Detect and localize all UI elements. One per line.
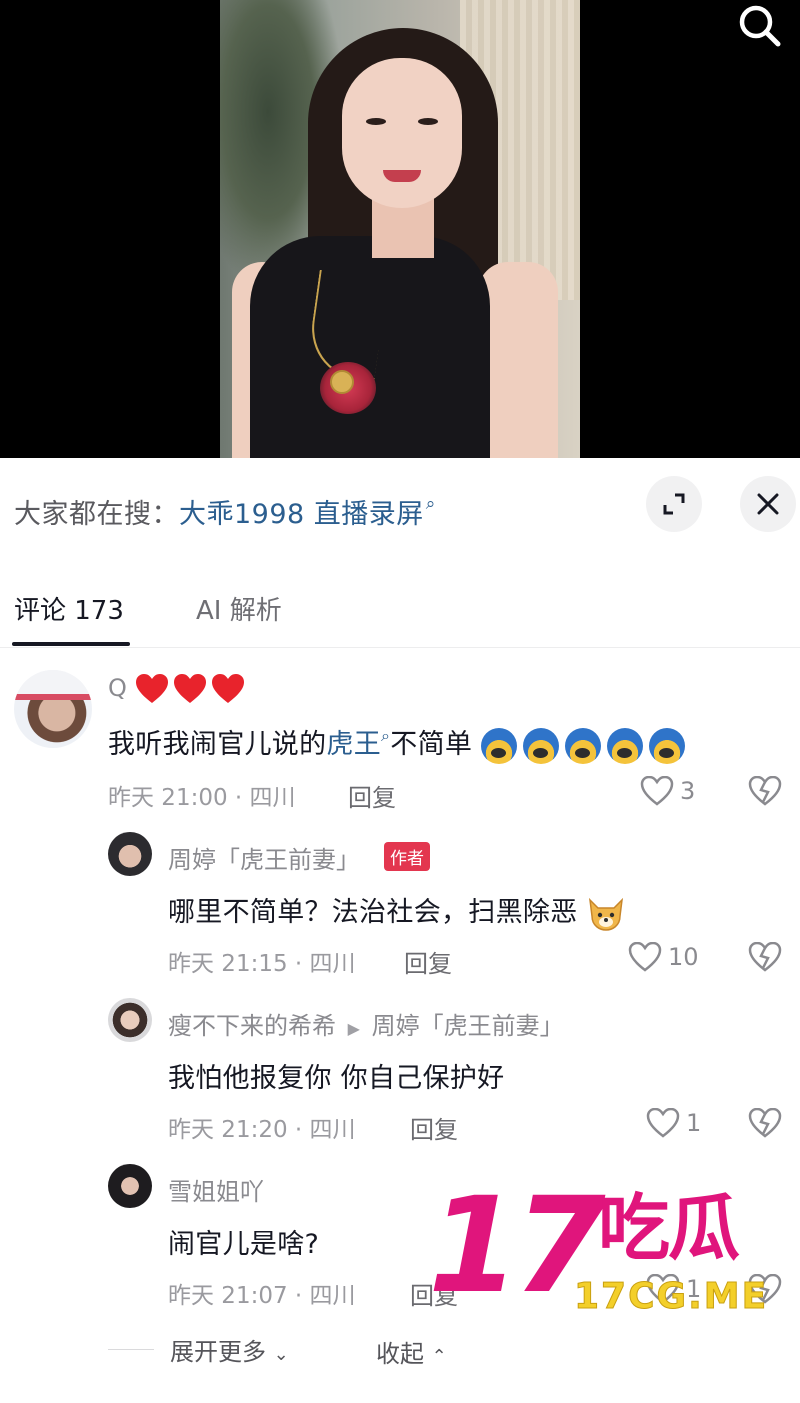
tab-comments[interactable]: 评论 173 [14,590,124,627]
subject-eye-right [418,118,438,125]
comment-meta: 昨天 21:15 · 四川 [168,951,356,977]
expand-icon [663,493,685,515]
subject-lips [383,170,421,182]
comment-text-part: 哪里不简单？法治社会，扫黑除恶 [168,897,578,928]
expand-more-button[interactable]: 展开更多 ⌄ [170,1332,289,1367]
comment-text-part: 不简单 [390,729,473,760]
comment-text: 我听我闹官儿说的虎王⌕不简单 [108,722,686,764]
expand-button[interactable] [646,476,702,532]
search-icon: ⌕ [381,726,391,745]
fearful-face-emoji-icon [565,727,602,764]
chevron-up-icon: ⌃ [431,1346,447,1367]
username-text[interactable]: 瘦不下来的希希 [168,1012,336,1040]
dog-face-emoji-icon [589,897,624,931]
dislike-button[interactable] [748,1107,782,1142]
suggestion-prefix: 大家都在搜： [14,499,179,530]
fearful-face-emoji-icon [649,727,686,764]
close-icon [757,493,779,515]
red-heart-emoji-icon [211,674,244,703]
expand-more-row: 展开更多 ⌄ [108,1332,289,1367]
comment-meta: 昨天 21:07 · 四川 [168,1283,356,1309]
author-badge: 作者 [384,842,430,871]
collapse-label[interactable]: 收起 [376,1340,424,1368]
suggestion-query[interactable]: 大乖1998 直播录屏 [179,499,424,530]
watermark-url: 17CG.ME [573,1276,769,1318]
comment-meta: 昨天 21:00 · 四川 [108,785,296,811]
dislike-button[interactable] [748,775,782,810]
avatar[interactable] [108,832,152,876]
broken-heart-icon [748,1107,782,1138]
search-button[interactable] [734,2,784,48]
like-count: 3 [680,777,696,805]
fearful-face-emoji-icon [523,727,560,764]
tab-ai-analysis[interactable]: AI 解析 [196,590,282,627]
heart-emojis [135,674,245,704]
reply-to-username[interactable]: 周婷「虎王前妻」 [372,1012,564,1040]
search-icon: ⌕ [425,494,436,514]
search-suggestion: 大家都在搜：大乖1998 直播录屏 ⌕ [14,492,436,531]
comment-hashtag-link[interactable]: 虎王⌕ [326,726,391,760]
heart-outline-icon [640,776,674,806]
comment-username[interactable]: 雪姐姐吖 [168,1172,264,1207]
broken-heart-icon [748,775,782,806]
comment-text-part: 我听我闹官儿说的 [108,729,327,760]
comment-username[interactable]: Q [108,674,245,704]
expand-more-label[interactable]: 展开更多 [170,1338,266,1366]
like-button[interactable]: 3 [640,776,695,806]
like-count: 10 [668,943,699,971]
heart-outline-icon [628,942,662,972]
watermark-chinese: 吃瓜 [598,1186,740,1270]
fearful-face-emoji-icon [607,727,644,764]
like-button[interactable]: 1 [646,1108,701,1138]
search-icon [739,5,781,47]
comment-text: 哪里不简单？法治社会，扫黑除恶 [168,890,626,932]
comment-text: 闹官儿是啥? [168,1229,320,1260]
chevron-down-icon: ⌄ [273,1344,289,1365]
broken-heart-icon [748,941,782,972]
fearful-face-emoji-icon [481,727,518,764]
video-player[interactable] [0,0,800,458]
subject-face [342,58,462,208]
avatar-cap [14,670,92,700]
necklace-pendant [330,370,354,394]
close-button[interactable] [740,476,796,532]
username-text[interactable]: Q [108,674,127,702]
comment-hashtag-text[interactable]: 虎王 [326,729,381,760]
divider-dash [108,1349,154,1350]
suggestion-link[interactable]: 大乖1998 直播录屏 ⌕ [179,494,436,530]
reply-arrow-icon: ▶ [347,1019,360,1038]
collapse-button[interactable]: 收起 ⌃ [376,1334,447,1369]
comment-tabs: 评论 173 AI 解析 [0,578,800,648]
like-count: 1 [686,1109,702,1137]
comment-username: 瘦不下来的希希 ▶ 周婷「虎王前妻」 [168,1006,564,1041]
reply-button[interactable]: 回复 [410,1110,458,1145]
dislike-button[interactable] [748,941,782,976]
comment-meta: 昨天 21:20 · 四川 [168,1117,356,1143]
reply-button[interactable]: 回复 [348,778,396,813]
fearful-face-emojis [481,727,686,764]
red-heart-emoji-icon [173,674,206,703]
red-heart-emoji-icon [135,674,168,703]
reply-button[interactable]: 回复 [404,944,452,979]
avatar[interactable] [14,670,92,748]
active-tab-indicator [12,642,130,646]
heart-outline-icon [646,1108,680,1138]
avatar[interactable] [108,1164,152,1208]
subject-arm-right [478,262,558,458]
subject-eye-left [366,118,386,125]
like-button[interactable]: 10 [628,942,699,972]
avatar[interactable] [108,998,152,1042]
video-frame [220,0,580,458]
comment-username[interactable]: 周婷「虎王前妻」 [168,840,360,875]
comment-text: 我怕他报复你 你自己保护好 [168,1063,505,1094]
